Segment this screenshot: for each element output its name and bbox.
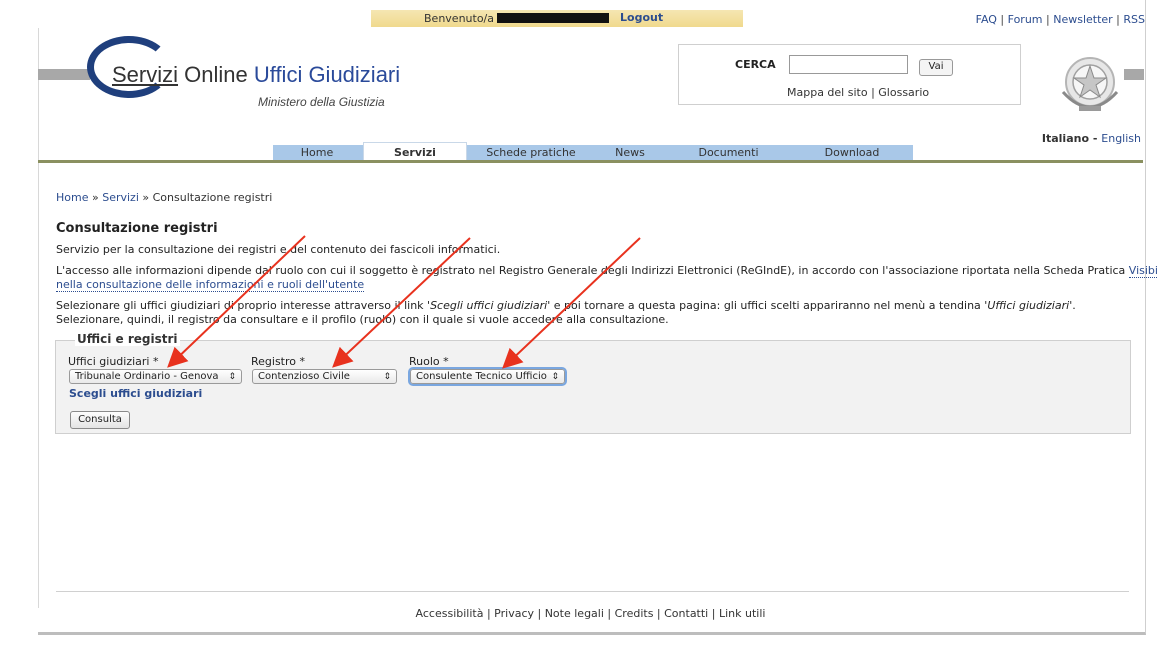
arrow-to-ruolo-icon	[502, 237, 641, 369]
annotation-arrows	[167, 235, 641, 369]
arrow-to-registro-icon	[332, 237, 471, 368]
arrow-to-uffici-icon	[167, 235, 306, 368]
